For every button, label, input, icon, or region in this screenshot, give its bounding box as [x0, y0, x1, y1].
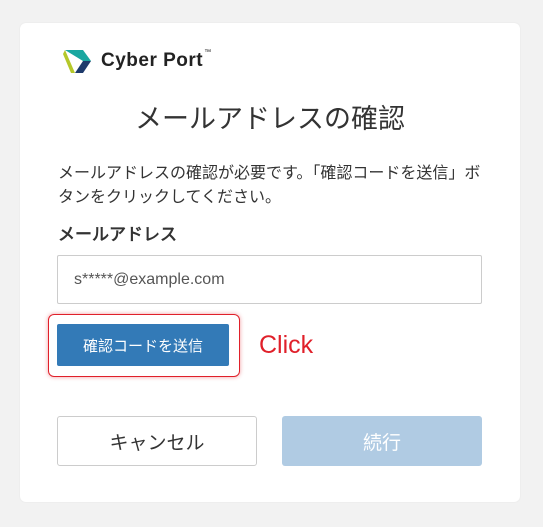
page-title: メールアドレスの確認	[135, 104, 405, 135]
brand-logo: Cyber Port™	[63, 46, 212, 76]
send-code-button[interactable]: 確認コードを送信	[57, 324, 229, 366]
trademark-symbol: ™	[204, 49, 212, 56]
email-label: メールアドレス	[58, 225, 177, 245]
email-field[interactable]	[57, 255, 482, 304]
continue-button[interactable]: 続行	[282, 416, 482, 466]
instruction-text: メールアドレスの確認が必要です。「確認コードを送信」ボタンをクリックしてください…	[58, 163, 481, 206]
cyberport-logo-icon	[63, 50, 91, 73]
click-annotation: Click	[259, 331, 314, 359]
brand-name: Cyber Port™	[101, 49, 212, 71]
verification-card: Cyber Port™ メールアドレスの確認 メールアドレスの確認が必要です。「…	[20, 23, 520, 502]
cancel-button[interactable]: キャンセル	[57, 416, 257, 466]
